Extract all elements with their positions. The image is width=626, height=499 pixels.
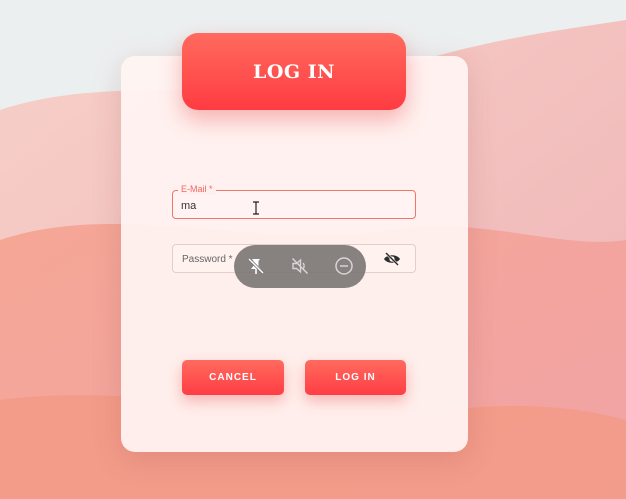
media-overlay-toolbar — [234, 245, 366, 288]
unpin-icon[interactable] — [246, 256, 266, 276]
login-button-label: LOG IN — [335, 372, 376, 383]
text-cursor-icon — [253, 201, 259, 215]
cancel-button[interactable]: CANCEL — [182, 360, 284, 395]
cancel-button-label: CANCEL — [209, 372, 257, 383]
password-field-label: Password * — [182, 254, 233, 265]
minus-circle-icon[interactable] — [334, 256, 354, 276]
login-button[interactable]: LOG IN — [305, 360, 406, 395]
eye-off-icon[interactable] — [383, 251, 401, 267]
page-title: LOG IN — [252, 60, 335, 83]
volume-off-icon[interactable] — [290, 256, 310, 276]
email-field-value[interactable]: ma — [181, 200, 196, 212]
login-header: LOG IN — [182, 33, 406, 110]
email-field-label: E-Mail * — [178, 184, 216, 195]
